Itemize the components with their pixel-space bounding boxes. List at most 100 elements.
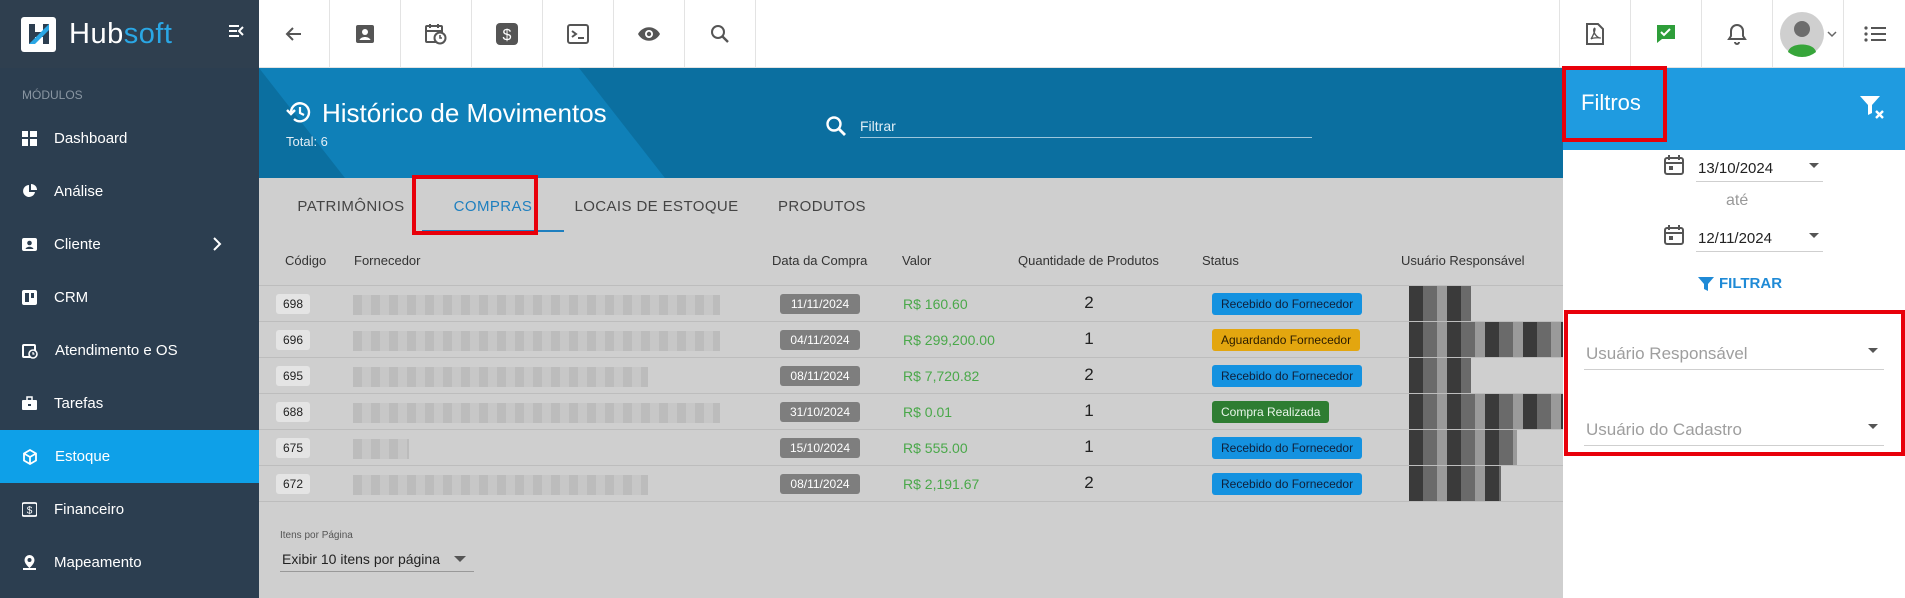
date-from-field[interactable]: 13/10/2024	[1696, 154, 1823, 182]
sidebar-item-atendimento[interactable]: Atendimento e OS	[0, 324, 259, 377]
row-quantity: 1	[1084, 437, 1094, 456]
sidebar-item-crm[interactable]: CRM	[0, 271, 259, 324]
table-row[interactable]: 688 31/10/2024 R$ 0.01 1 Compra Realizad…	[259, 394, 1563, 430]
sidebar-item-mapeamento[interactable]: Mapeamento	[0, 536, 259, 589]
row-quantity: 1	[1084, 329, 1094, 348]
sidebar-item-label: Análise	[54, 183, 104, 200]
tabs-bar: PATRIMÔNIOS COMPRAS LOCAIS DE ESTOQUE PR…	[259, 178, 1563, 235]
col-codigo[interactable]: Código	[285, 253, 326, 268]
register-user-placeholder: Usuário do Cadastro	[1586, 420, 1742, 439]
status-badge: Aguardando Fornecedor	[1212, 329, 1361, 351]
status-badge: Recebido do Fornecedor	[1212, 473, 1363, 495]
chat-button[interactable]	[1630, 0, 1701, 68]
col-quantidade[interactable]: Quantidade de Produtos	[1018, 253, 1159, 268]
back-button[interactable]	[259, 0, 330, 68]
svg-text:$: $	[27, 506, 33, 517]
filter-search-input[interactable]	[860, 114, 1312, 138]
apply-filter-button[interactable]: FILTRAR	[1698, 275, 1782, 292]
pie-chart-icon	[23, 184, 37, 197]
search-button[interactable]	[685, 0, 756, 68]
logo[interactable]: Hubsoft	[0, 0, 259, 68]
filters-title: Filtros	[1581, 90, 1641, 115]
table-row[interactable]: 672 08/11/2024 R$ 2,191.67 2 Recebido do…	[259, 466, 1563, 502]
notifications-button[interactable]	[1701, 0, 1772, 68]
collapse-menu-icon[interactable]	[227, 22, 245, 45]
redacted-user	[1409, 466, 1501, 501]
sidebar: Hubsoft MÓDULOS Dashboard Análise Client…	[0, 0, 259, 598]
dollar-icon: $	[22, 502, 37, 517]
redacted-user	[1409, 286, 1471, 321]
items-per-page-value: Exibir 10 itens por página	[282, 551, 440, 567]
redacted-user	[1409, 430, 1517, 465]
top-toolbar: $	[259, 0, 1905, 68]
row-code: 675	[276, 438, 311, 458]
purchases-table: Código Fornecedor Data da Compra Valor Q…	[259, 235, 1563, 502]
sidebar-item-label: Financeiro	[54, 501, 125, 518]
sidebar-item-estoque[interactable]: Estoque	[0, 430, 259, 483]
tab-compras[interactable]: COMPRAS	[422, 178, 564, 235]
register-user-select[interactable]: Usuário do Cadastro	[1584, 410, 1884, 446]
status-badge: Recebido do Fornecedor	[1212, 365, 1363, 387]
terminal-button[interactable]	[543, 0, 614, 68]
col-data-da-compra[interactable]: Data da Compra	[772, 253, 867, 268]
options-menu-button[interactable]	[1843, 0, 1905, 68]
sidebar-item-label: Atendimento e OS	[55, 342, 178, 359]
user-menu-button[interactable]	[1772, 0, 1843, 68]
clear-filter-icon[interactable]	[1859, 94, 1885, 120]
dropdown-caret-icon	[1809, 163, 1819, 168]
search-icon	[711, 25, 729, 43]
contact-card-icon	[356, 25, 374, 43]
modules-section-title: MÓDULOS	[22, 88, 83, 102]
svg-text:$: $	[503, 27, 512, 44]
row-quantity: 2	[1084, 473, 1094, 492]
apply-filter-label: FILTRAR	[1719, 275, 1783, 292]
col-usuario-responsavel[interactable]: Usuário Responsável	[1401, 253, 1525, 268]
status-badge: Compra Realizada	[1212, 401, 1330, 423]
map-pin-icon	[23, 554, 36, 570]
responsible-user-select[interactable]: Usuário Responsável	[1584, 334, 1884, 370]
schedule-button[interactable]	[401, 0, 472, 68]
row-date: 04/11/2024	[780, 330, 860, 350]
table-row[interactable]: 698 11/11/2024 R$ 160.60 2 Recebido do F…	[259, 286, 1563, 322]
date-from-value: 13/10/2024	[1698, 160, 1774, 177]
col-fornecedor[interactable]: Fornecedor	[354, 253, 420, 268]
calendar-clock-icon	[22, 343, 38, 359]
table-row[interactable]: 696 04/11/2024 R$ 299,200.00 1 Aguardand…	[259, 322, 1563, 358]
avatar	[1780, 12, 1837, 58]
page-header: Histórico de Movimentos Total: 6	[259, 68, 1563, 178]
sidebar-item-label: Tarefas	[54, 395, 104, 412]
pdf-button[interactable]	[1559, 0, 1630, 68]
pdf-file-icon	[1586, 23, 1604, 45]
calendar-icon	[1664, 225, 1684, 245]
tab-locais-de-estoque[interactable]: LOCAIS DE ESTOQUE	[564, 178, 749, 235]
items-per-page-select[interactable]: Exibir 10 itens por página	[280, 546, 474, 572]
sidebar-item-cliente[interactable]: Cliente	[0, 218, 259, 271]
responsible-user-placeholder: Usuário Responsável	[1586, 344, 1748, 363]
row-value: R$ 160.60	[903, 296, 968, 312]
finance-button[interactable]: $	[472, 0, 543, 68]
main-content: Histórico de Movimentos Total: 6 PATRIMÔ…	[259, 68, 1563, 598]
table-row[interactable]: 675 15/10/2024 R$ 555.00 1 Recebido do F…	[259, 430, 1563, 466]
table-row[interactable]: 695 08/11/2024 R$ 7,720.82 2 Recebido do…	[259, 358, 1563, 394]
view-button[interactable]	[614, 0, 685, 68]
tab-patrimonios[interactable]: PATRIMÔNIOS	[281, 178, 421, 235]
filters-panel: Filtros 13/10/2024 até 12/11/2024 FILTRA…	[1562, 66, 1905, 598]
tab-produtos[interactable]: PRODUTOS	[749, 178, 895, 235]
brand-part2: soft	[123, 17, 173, 50]
chevron-right-icon	[213, 237, 222, 251]
sidebar-item-financeiro[interactable]: $ Financeiro	[0, 483, 259, 536]
contacts-button[interactable]	[330, 0, 401, 68]
history-icon	[286, 102, 311, 123]
sidebar-item-tarefas[interactable]: Tarefas	[0, 377, 259, 430]
sidebar-item-dashboard[interactable]: Dashboard	[0, 112, 259, 165]
filters-panel-header: Filtros	[1563, 68, 1905, 150]
col-valor[interactable]: Valor	[902, 253, 931, 268]
date-to-field[interactable]: 12/11/2024	[1696, 224, 1823, 252]
col-status[interactable]: Status	[1202, 253, 1239, 268]
table-header: Código Fornecedor Data da Compra Valor Q…	[259, 235, 1563, 286]
sidebar-item-analise[interactable]: Análise	[0, 165, 259, 218]
row-code: 698	[276, 294, 311, 314]
cube-icon	[23, 448, 37, 465]
sidebar-item-label: CRM	[54, 289, 89, 306]
contact-card-icon	[22, 238, 37, 251]
